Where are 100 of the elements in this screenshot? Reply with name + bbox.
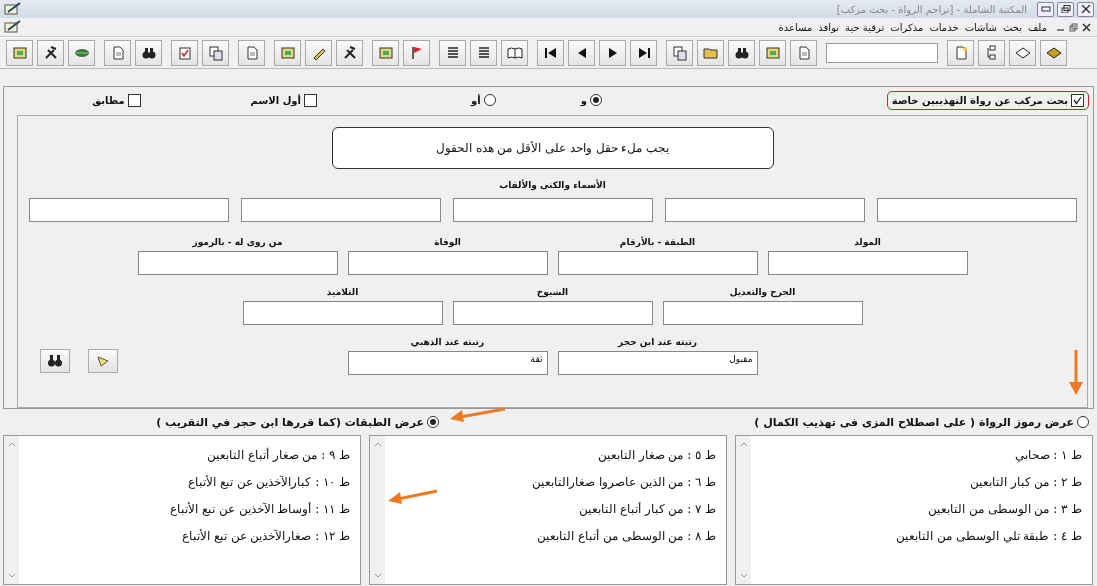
menu-item[interactable]: مذكرات: [887, 21, 927, 33]
menu-item[interactable]: مساعدة: [775, 21, 816, 33]
checklist-button[interactable]: [171, 40, 198, 66]
window-button[interactable]: [372, 40, 399, 66]
last-button[interactable]: [630, 40, 657, 66]
text-field[interactable]: مقبول: [557, 351, 758, 375]
scroll-down-icon[interactable]: [373, 573, 382, 578]
list-item[interactable]: ط ٥ : من صغار التابعين: [385, 442, 726, 469]
checkbox[interactable]: [1071, 93, 1084, 107]
list-item[interactable]: ط ١١ : أوساط الآخذين عن تبع الأتباع: [19, 496, 360, 523]
tools-button[interactable]: [336, 40, 363, 66]
name-field[interactable]: [664, 198, 865, 222]
list-item[interactable]: ط ٩ : من صغار أتباع التابعين: [19, 442, 360, 469]
binoculars-button[interactable]: [728, 40, 755, 66]
scroll-down-icon[interactable]: [739, 573, 748, 578]
menu-item[interactable]: ترقية حية: [842, 21, 888, 33]
field-label: رتبته عند ابن حجر: [618, 336, 697, 349]
clear-button[interactable]: [88, 349, 118, 373]
text-field[interactable]: ثقة: [347, 351, 548, 375]
name-field[interactable]: [240, 198, 441, 222]
radio-button[interactable]: [483, 94, 496, 106]
hammer-button[interactable]: [37, 40, 64, 66]
scroll-bar[interactable]: [4, 436, 19, 584]
radio-button[interactable]: [589, 94, 602, 106]
text-field[interactable]: [137, 251, 338, 275]
scroll-up-icon[interactable]: [739, 442, 748, 447]
picture-button[interactable]: [274, 40, 301, 66]
restore-icon[interactable]: [1069, 22, 1078, 32]
menu-item[interactable]: خدمات: [926, 21, 962, 33]
text-field[interactable]: [557, 251, 758, 275]
field-label: المولد: [854, 236, 881, 249]
search-field[interactable]: [826, 43, 938, 63]
window-icon: [377, 45, 394, 61]
checkbox-label: أول الاسم: [250, 94, 301, 106]
next-button[interactable]: [599, 40, 626, 66]
radio-button[interactable]: [427, 416, 439, 428]
windows-button[interactable]: [666, 40, 693, 66]
list-item[interactable]: ط ١٢ : صغارالآخذين عن تبع الأتباع: [19, 523, 360, 550]
field-label: الوفاة: [434, 236, 461, 249]
scroll-bar[interactable]: [736, 436, 751, 584]
list-item[interactable]: ط ٤ : طبقة تلي الوسطى من التابعين: [751, 523, 1092, 550]
menu-item[interactable]: ملف: [1024, 21, 1050, 33]
name-field[interactable]: [876, 198, 1077, 222]
checkbox[interactable]: [127, 93, 141, 107]
name-field[interactable]: [452, 198, 653, 222]
pencil-button[interactable]: [305, 40, 332, 66]
list-item[interactable]: ط ١ : صحابي: [751, 442, 1092, 469]
first-icon: [542, 45, 559, 61]
list-button[interactable]: [439, 40, 466, 66]
menu-item[interactable]: بحث: [999, 21, 1025, 33]
list-item[interactable]: ط ٦ : من الذين عاصروا صغارالتابعين: [385, 469, 726, 496]
copy-icon: [207, 45, 224, 61]
list-item[interactable]: ط ٨ : من الوسطى من أتباع التابعين: [385, 523, 726, 550]
text-field[interactable]: [662, 301, 863, 325]
menu-item[interactable]: نوافذ: [815, 21, 843, 33]
folder-icon: [702, 45, 719, 61]
leaf-button[interactable]: [68, 40, 95, 66]
previous-button[interactable]: [568, 40, 595, 66]
list-item[interactable]: ط ١٠ : كبارالآخذين عن تبع الأتباع: [19, 469, 360, 496]
checkbox[interactable]: [303, 93, 317, 107]
close-icon: [1080, 5, 1091, 13]
book-icon: [506, 45, 523, 61]
scroll-bar[interactable]: [370, 436, 385, 584]
restore-icon: [1060, 5, 1071, 13]
text-field[interactable]: [347, 251, 548, 275]
list-item[interactable]: ط ٣ : من الوسطى من التابعين: [751, 496, 1092, 523]
window-title: المكتبة الشاملة - [تراجم الرواة - بحث مركب]: [836, 3, 1027, 15]
first-button[interactable]: [537, 40, 564, 66]
list-item[interactable]: ط ٧ : من كبار أتباع التابعين: [385, 496, 726, 523]
radio-button[interactable]: [1077, 416, 1089, 428]
annotation-arrow: [450, 407, 506, 423]
field-label: الطبقة - بالأرقام: [619, 235, 696, 249]
book-button[interactable]: [501, 40, 528, 66]
close-button[interactable]: [1077, 1, 1094, 17]
lines-button[interactable]: [470, 40, 497, 66]
search-page-button[interactable]: [790, 40, 817, 66]
close-icon[interactable]: [1082, 22, 1091, 32]
scroll-down-icon[interactable]: [7, 573, 16, 578]
picture-icon: [279, 45, 296, 61]
folder-button[interactable]: [697, 40, 724, 66]
binoculars-button[interactable]: [135, 40, 162, 66]
search-button[interactable]: [40, 349, 70, 373]
minimize-icon: [1040, 5, 1051, 13]
new-note-button[interactable]: [947, 40, 974, 66]
tree-button[interactable]: [978, 40, 1005, 66]
text-field[interactable]: [242, 301, 443, 325]
edit-page-button[interactable]: [238, 40, 265, 66]
menu-item[interactable]: شاشات: [961, 21, 1000, 33]
name-field[interactable]: [28, 198, 229, 222]
list-item[interactable]: ط ٢ : من كبار التابعين: [751, 469, 1092, 496]
restore-button[interactable]: [1057, 1, 1074, 17]
document-icon: [4, 20, 22, 34]
radio-label: و: [580, 94, 587, 106]
text-field[interactable]: [767, 251, 968, 275]
checklist-icon: [176, 45, 193, 61]
text-field[interactable]: [452, 301, 653, 325]
flag-button[interactable]: [403, 40, 430, 66]
copy-button[interactable]: [202, 40, 229, 66]
scroll-up-icon[interactable]: [7, 442, 16, 447]
scroll-up-icon[interactable]: [373, 442, 382, 447]
